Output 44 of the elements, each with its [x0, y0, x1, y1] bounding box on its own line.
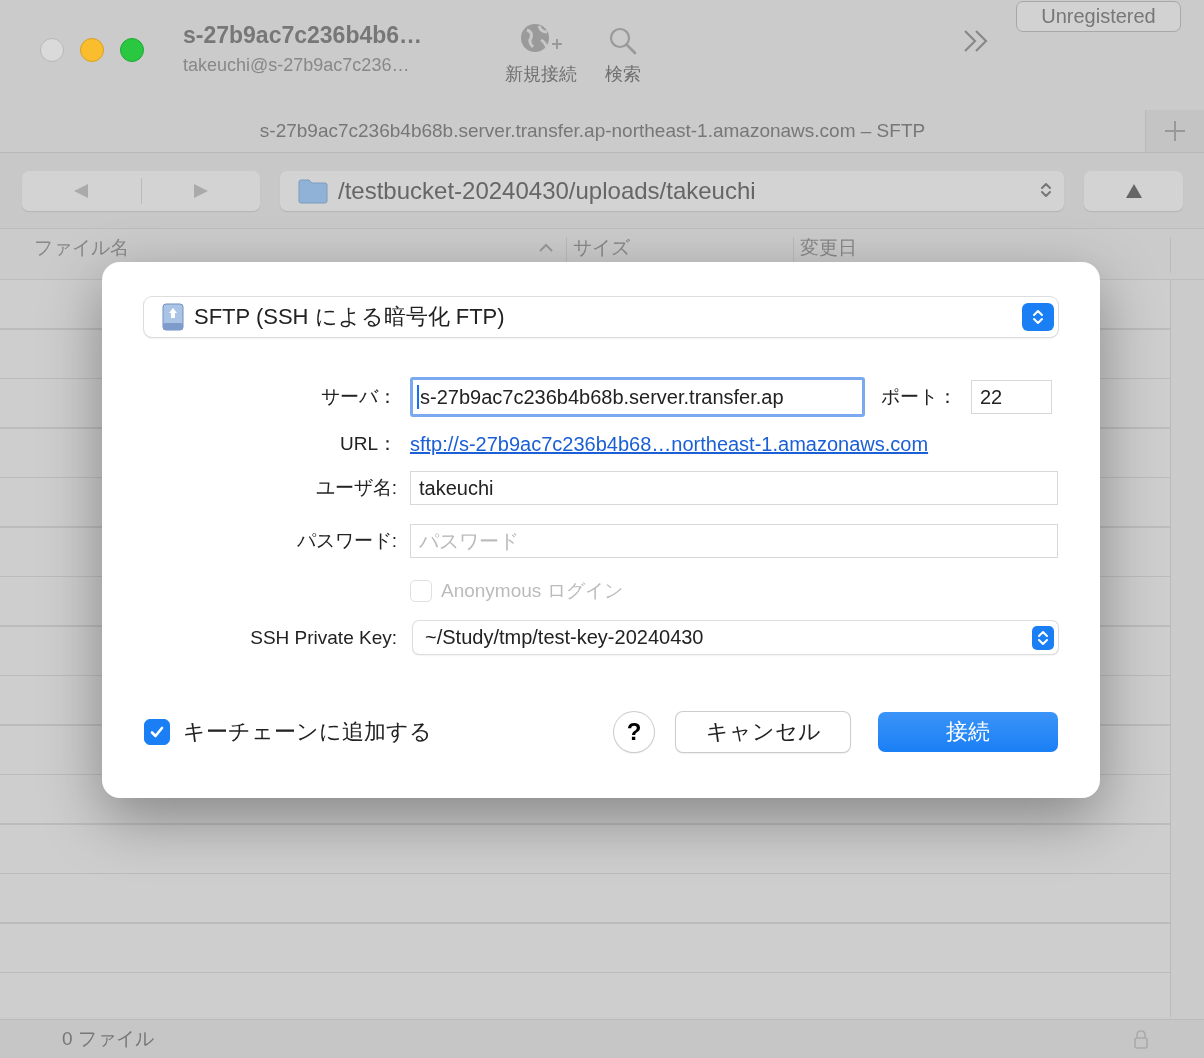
lock-icon: [1133, 1029, 1149, 1049]
key-dropdown[interactable]: ~/Study/tmp/test-key-20240430: [413, 621, 1058, 654]
connect-button[interactable]: 接続: [878, 712, 1058, 752]
add-tab-icon[interactable]: [1163, 119, 1187, 143]
field-label: SSH Private Key:: [250, 626, 397, 649]
minimize-button[interactable]: [80, 38, 104, 62]
field-label: パスワード:: [296, 529, 397, 553]
field-label: URL：: [340, 432, 397, 456]
url-link[interactable]: sftp://s-27b9ac7c236b4b68…northeast-1.amazonaws.com: [410, 432, 929, 455]
folder-icon: [298, 177, 328, 204]
file-count: 0 ファイル: [62, 1027, 154, 1051]
username-field[interactable]: takeuchi: [410, 471, 1058, 505]
unregistered-badge[interactable]: Unregistered: [1016, 1, 1181, 32]
column-header[interactable]: 変更日: [800, 235, 857, 261]
cancel-button[interactable]: キャンセル: [676, 712, 850, 752]
server-field[interactable]: s-27b9ac7c236b4b68b.server.transfer.ap: [410, 377, 865, 417]
window-title: s-27b9ac7c236b4b6…: [183, 22, 423, 49]
sort-chevron-icon: [538, 243, 554, 253]
close-button[interactable]: [40, 38, 64, 62]
back-forward-control[interactable]: [22, 170, 260, 211]
field-label: ユーザ名:: [315, 476, 397, 500]
help-button[interactable]: ?: [614, 712, 654, 752]
zoom-button[interactable]: [120, 38, 144, 62]
checkbox-label: キーチェーンに追加する: [183, 718, 432, 746]
overflow-chevron-icon[interactable]: [962, 28, 990, 54]
protocol-dropdown[interactable]: SFTP (SSH による暗号化 FTP): [144, 297, 1058, 337]
window-subtitle: takeuchi@s-27b9ac7c236…: [183, 55, 411, 76]
port-field[interactable]: 22: [971, 380, 1052, 414]
dropdown-arrows-icon: [1022, 303, 1054, 331]
forward-arrow-icon[interactable]: [191, 182, 210, 199]
field-label: ポート：: [881, 385, 957, 409]
parent-folder-button[interactable]: [1084, 170, 1183, 211]
dropdown-arrows-icon: [1032, 625, 1054, 650]
connection-tab[interactable]: s-27b9ac7c236b4b68b.server.transfer.ap-northeast-1.amazonaws.com – SFTP: [0, 110, 1145, 152]
column-header[interactable]: ファイル名: [34, 235, 554, 261]
password-field[interactable]: パスワード: [410, 524, 1058, 558]
checkbox[interactable]: [144, 719, 170, 745]
drive-icon: [162, 303, 184, 331]
back-arrow-icon[interactable]: [72, 182, 91, 199]
up-arrow-icon: [1124, 182, 1143, 199]
field-label: サーバ：: [321, 385, 397, 409]
checkbox-label: Anonymous ログイン: [441, 579, 623, 603]
column-header[interactable]: サイズ: [573, 235, 630, 261]
path-dropdown[interactable]: /testbucket-20240430/uploads/takeuchi: [280, 170, 1064, 211]
